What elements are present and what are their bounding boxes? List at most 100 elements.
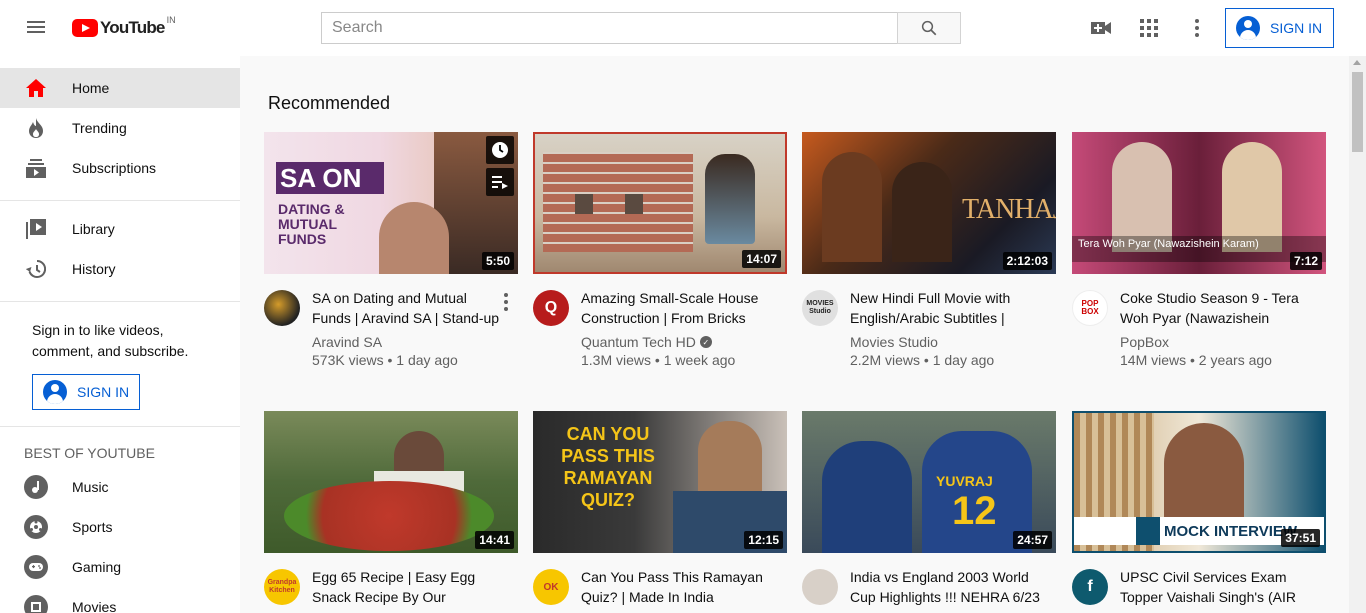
thumbnail-title: SA ON — [280, 163, 362, 193]
channel-name[interactable]: Quantum Tech HD ✓ — [581, 334, 787, 350]
video-duration: 5:50 — [481, 252, 514, 270]
video-title[interactable]: Can You Pass This Ramayan Quiz? | Made I… — [581, 567, 787, 607]
channel-name-text: PopBox — [1120, 334, 1170, 350]
signin-button[interactable]: SIGN IN — [1225, 8, 1334, 48]
channel-avatar[interactable]: Grandpa Kitchen — [264, 569, 300, 605]
video-title[interactable]: Coke Studio Season 9 - Tera Woh Pyar (Na… — [1120, 288, 1326, 328]
video-title[interactable]: New Hindi Full Movie with English/Arabic… — [850, 288, 1056, 328]
thumbnail-person-shape — [698, 421, 762, 501]
channel-avatar[interactable]: POP BOX — [1072, 290, 1108, 326]
thumbnail-person-shape — [705, 154, 755, 244]
sports-icon — [24, 515, 48, 539]
channel-avatar[interactable]: MOVIES Studio — [802, 290, 838, 326]
search-input[interactable] — [321, 12, 897, 44]
clock-icon — [492, 142, 508, 158]
channel-name[interactable]: PopBox — [1120, 334, 1326, 350]
sidebar-signin-button[interactable]: SIGN IN — [32, 374, 140, 410]
video-card: 14:07 Q Amazing Small-Scale House Constr… — [533, 132, 787, 368]
video-thumbnail[interactable]: 14:41 — [264, 411, 518, 553]
video-thumbnail[interactable]: MOCK INTERVIEW 37:51 — [1072, 411, 1326, 553]
channel-name-text: Quantum Tech HD — [581, 334, 696, 350]
video-title[interactable]: India vs England 2003 World Cup Highligh… — [850, 567, 1056, 607]
video-thumbnail[interactable]: CAN YOU PASS THIS RAMAYAN QUIZ? 12:15 — [533, 411, 787, 553]
channel-name[interactable]: Movies Studio — [850, 334, 1056, 350]
sidebar-item-label: Movies — [72, 599, 117, 613]
sidebar-item-label: Music — [72, 479, 109, 495]
section-title: Recommended — [268, 93, 391, 113]
scroll-up-arrow-icon[interactable] — [1353, 60, 1361, 65]
thumbnail-title: TANHAJI — [962, 194, 1056, 225]
video-thumbnail[interactable]: SA ON DATING & MUTUAL FUNDS 5:50 — [264, 132, 518, 274]
thumbnail-faces-shape — [379, 202, 449, 274]
sidebar-item-label: Home — [72, 80, 110, 96]
masthead: YouTube IN SIGN IN — [0, 0, 1366, 56]
video-duration: 37:51 — [1281, 529, 1320, 547]
signin-label: SIGN IN — [1270, 20, 1323, 36]
search-button[interactable] — [897, 12, 961, 44]
youtube-play-logo-icon — [72, 19, 98, 37]
video-menu-icon[interactable] — [500, 292, 512, 312]
channel-avatar[interactable]: f — [1072, 569, 1108, 605]
sidebar-item-label: Gaming — [72, 559, 122, 575]
channel-avatar[interactable]: OK — [533, 569, 569, 605]
add-to-queue-button[interactable] — [486, 168, 514, 196]
thumbnail-warrior-shape — [822, 152, 882, 262]
video-thumbnail[interactable]: TANHAJI 2:12:03 — [802, 132, 1056, 274]
video-thumbnail[interactable]: YUVRAJ 12 24:57 — [802, 411, 1056, 553]
video-duration: 12:15 — [744, 531, 783, 549]
search-icon — [921, 20, 937, 36]
video-title[interactable]: UPSC Civil Services Exam Topper Vaishali… — [1120, 567, 1326, 607]
sidebar-item-movies[interactable]: Movies — [0, 587, 240, 613]
video-duration: 24:57 — [1013, 531, 1052, 549]
sidebar-item-gaming[interactable]: Gaming — [0, 547, 240, 587]
sidebar-item-trending[interactable]: Trending — [0, 108, 240, 148]
channel-avatar[interactable] — [802, 569, 838, 605]
watch-later-button[interactable] — [486, 136, 514, 164]
home-icon — [24, 76, 48, 100]
thumbnail-window-shape — [575, 194, 593, 214]
library-icon — [24, 217, 48, 241]
video-duration: 7:12 — [1289, 252, 1322, 270]
sidebar: Home Trending Subscriptions Library Hist… — [0, 56, 240, 613]
sidebar-item-history[interactable]: History — [0, 249, 240, 289]
sidebar-item-subscriptions[interactable]: Subscriptions — [0, 148, 240, 188]
youtube-logo[interactable]: YouTube IN — [72, 15, 176, 38]
thumbnail-air-badge — [1136, 517, 1160, 545]
hamburger-menu-icon[interactable] — [24, 16, 48, 40]
video-thumbnail[interactable]: Tera Woh Pyar (Nawazishein Karam) 7:12 — [1072, 132, 1326, 274]
video-card: CAN YOU PASS THIS RAMAYAN QUIZ? 12:15 OK… — [533, 411, 787, 607]
sidebar-item-music[interactable]: Music — [0, 467, 240, 507]
thumbnail-window-shape — [625, 194, 643, 214]
video-thumbnail[interactable]: 14:07 — [533, 132, 787, 274]
channel-name[interactable]: Aravind SA — [312, 334, 518, 350]
create-video-button[interactable] — [1089, 16, 1113, 40]
apps-button[interactable] — [1137, 16, 1161, 40]
settings-menu-button[interactable] — [1185, 16, 1209, 40]
signin-label: SIGN IN — [77, 384, 130, 400]
sidebar-item-label: Trending — [72, 120, 127, 136]
logo-text: YouTube — [100, 18, 165, 37]
music-icon — [24, 475, 48, 499]
video-title[interactable]: Egg 65 Recipe | Easy Egg Snack Recipe By… — [312, 567, 518, 607]
flame-icon — [24, 116, 48, 140]
search-bar — [321, 12, 961, 44]
video-card: MOCK INTERVIEW 37:51 f UPSC Civil Servic… — [1072, 411, 1326, 607]
channel-avatar[interactable]: Q — [533, 290, 569, 326]
page-scrollbar[interactable] — [1349, 56, 1366, 613]
video-title[interactable]: SA on Dating and Mutual Funds | Aravind … — [312, 288, 518, 328]
sidebar-item-home[interactable]: Home — [0, 68, 240, 108]
account-icon — [43, 380, 67, 404]
thumbnail-brick-house-shape — [543, 152, 693, 252]
video-title[interactable]: Amazing Small-Scale House Construction |… — [581, 288, 787, 328]
channel-avatar[interactable] — [264, 290, 300, 326]
account-icon — [1236, 16, 1260, 40]
sidebar-item-library[interactable]: Library — [0, 209, 240, 249]
video-card: YUVRAJ 12 24:57 India vs England 2003 Wo… — [802, 411, 1056, 607]
thumbnail-warrior-shape — [892, 162, 952, 262]
sidebar-item-sports[interactable]: Sports — [0, 507, 240, 547]
video-card: 14:41 Grandpa Kitchen Egg 65 Recipe | Eas… — [264, 411, 518, 607]
channel-name-text: Movies Studio — [850, 334, 938, 350]
video-stats: 14M views • 2 years ago — [1120, 352, 1272, 368]
channel-name-text: Aravind SA — [312, 334, 383, 350]
scrollbar-thumb[interactable] — [1352, 72, 1363, 152]
